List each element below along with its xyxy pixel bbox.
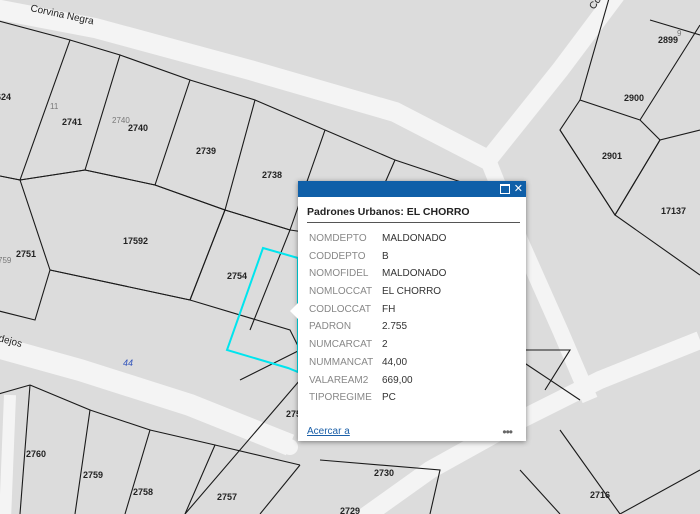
small-label: 759 (0, 256, 12, 265)
attribute-value: FH (382, 303, 396, 315)
parcel-label: 2759 (83, 470, 103, 480)
attribute-row: TIPOREGIME PC (309, 389, 446, 407)
parcel-label: 2901 (602, 151, 622, 161)
popup-title: Padrones Urbanos: EL CHORRO (307, 206, 470, 218)
parcel-label: 624 (0, 92, 11, 102)
attribute-key: CODDEPTO (309, 250, 366, 262)
attribute-row: VALAREAM2 669,00 (309, 372, 446, 390)
parcel-label: 2741 (62, 117, 82, 127)
parcel-label: 2754 (227, 271, 247, 281)
attribute-value: MALDONADO (382, 268, 447, 280)
attribute-key: NOMDEPTO (309, 233, 367, 244)
attribute-value: 669,00 (382, 374, 413, 386)
parcel-label: 2739 (196, 146, 216, 156)
small-label: 2740 (112, 116, 130, 125)
small-label: 11 (50, 102, 59, 111)
parcel-label: 2729 (340, 506, 360, 514)
road-end (282, 439, 298, 455)
block-label: 44 (123, 358, 133, 368)
parcel-label: 2758 (133, 487, 153, 497)
close-icon[interactable]: ✕ (514, 182, 523, 196)
attribute-key: NOMLOCCAT (309, 286, 373, 298)
attribute-value: 44,00 (382, 356, 408, 368)
more-options-button[interactable]: ••• (502, 425, 513, 439)
feature-popup: ✕ Padrones Urbanos: EL CHORRO NOMDEPTO MA… (290, 181, 526, 441)
attribute-value: MALDONADO (382, 233, 447, 244)
parcel-label: 2716 (590, 490, 610, 500)
zoom-to-link[interactable]: Acercar a (307, 426, 350, 437)
parcel-label: 2760 (26, 449, 46, 459)
attribute-value: PC (382, 392, 396, 404)
parcel-label: 2757 (217, 492, 237, 502)
popup-pointer (290, 302, 299, 320)
attribute-key: NUMMANCAT (309, 356, 374, 368)
attribute-row: NOMOFIDEL MALDONADO (309, 265, 446, 283)
parcel-label: 2751 (16, 249, 36, 259)
attribute-row: CODLOCCAT FH (309, 301, 446, 319)
attribute-key: TIPOREGIME (309, 392, 372, 404)
attribute-table: NOMDEPTO MALDONADO CODDEPTO B NOMOFIDEL MAL… (309, 230, 446, 407)
attribute-row: NOMDEPTO MALDONADO (309, 230, 446, 248)
parcel-label: 2738 (262, 170, 282, 180)
parcel-label: 2740 (128, 123, 148, 133)
attribute-key: PADRON (309, 321, 352, 333)
road-left-vertical (0, 394, 16, 514)
popup-divider (307, 222, 520, 223)
attribute-key: VALAREAM2 (309, 374, 369, 386)
parcel-label: 2899 (658, 35, 678, 45)
parcel-label: 17592 (123, 236, 148, 246)
attribute-row: NUMCARCAT 2 (309, 336, 446, 354)
attribute-key: CODLOCCAT (309, 303, 372, 315)
small-label: 9 (677, 29, 682, 38)
attribute-key: NOMOFIDEL (309, 268, 369, 280)
parcel-label: 17137 (661, 206, 686, 216)
attribute-row: PADRON 2.755 (309, 318, 446, 336)
maximize-icon[interactable] (500, 182, 510, 198)
attribute-row: NOMLOCCAT EL CHORRO (309, 283, 446, 301)
attribute-key: NUMCARCAT (309, 339, 373, 351)
attribute-value: EL CHORRO (382, 286, 442, 298)
attribute-row: CODDEPTO B (309, 248, 446, 266)
popup-header: ✕ (298, 181, 526, 197)
parcel-label: 2730 (374, 468, 394, 478)
attribute-row: NUMMANCAT 44,00 (309, 354, 446, 372)
attribute-value: B (382, 250, 389, 262)
attribute-value: 2 (382, 339, 388, 351)
parcel-label: 2900 (624, 93, 644, 103)
attribute-value: 2.755 (382, 321, 408, 333)
